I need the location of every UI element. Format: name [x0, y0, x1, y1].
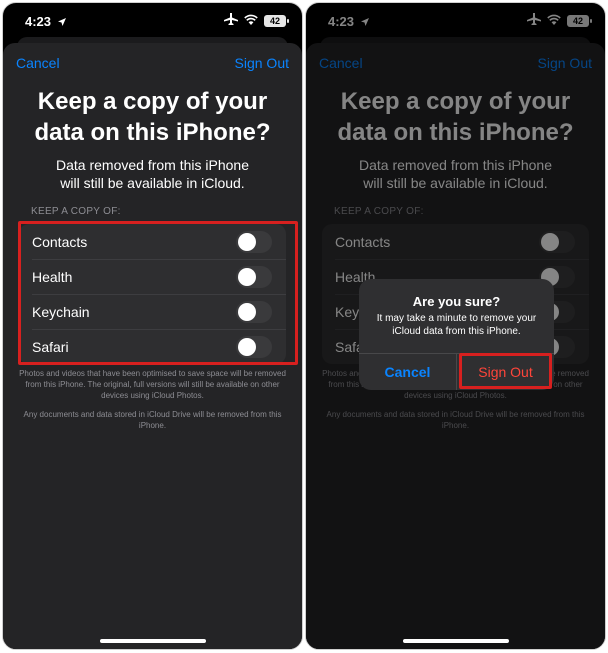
home-indicator[interactable] [402, 639, 509, 643]
toggle-knob [238, 302, 256, 321]
safari-toggle[interactable] [236, 335, 272, 358]
status-bar: 4:23 42 [3, 3, 302, 39]
wifi-icon [244, 13, 258, 28]
battery-icon: 42 [264, 14, 289, 27]
alert-sign-out-button[interactable]: Sign Out [457, 354, 554, 390]
subtitle: Data removed from this iPhone will still… [3, 156, 302, 192]
sign-out-button[interactable]: Sign Out [235, 55, 289, 71]
toggle-knob [238, 267, 256, 286]
signout-sheet: Cancel Sign Out Keep a copy of your data… [3, 43, 302, 649]
list-item-label: Keychain [32, 303, 90, 320]
subtitle-line-2: will still be available in iCloud. [60, 175, 245, 191]
airplane-mode-icon [224, 13, 238, 28]
icloud-drive-footer-note: Any documents and data stored in iCloud … [23, 410, 282, 430]
title-line-2: data on this iPhone? [34, 119, 271, 146]
list-item-safari: Safari [19, 329, 286, 364]
home-indicator[interactable] [99, 639, 206, 643]
list-item-health: Health [19, 259, 286, 294]
status-time: 4:23 [25, 14, 52, 29]
keep-copy-list: Contacts Health Keychain Safari [19, 224, 286, 364]
health-toggle[interactable] [236, 265, 272, 288]
keychain-toggle[interactable] [236, 300, 272, 323]
photos-footer-note: Photos and videos that have been optimis… [19, 369, 286, 400]
confirm-alert: Are you sure? It may take a minute to re… [359, 279, 554, 390]
list-item-contacts: Contacts [19, 224, 286, 259]
list-item-label: Contacts [32, 233, 88, 250]
phone-screen-left: 4:23 42 Cancel Sign Out Keep a copy of y… [2, 2, 303, 650]
cancel-button[interactable]: Cancel [16, 55, 60, 71]
list-item-label: Health [32, 268, 73, 285]
alert-title: Are you sure? [412, 294, 501, 309]
toggle-knob [238, 337, 256, 356]
alert-message: It may take a minute to remove your iClo… [376, 313, 537, 337]
section-header: KEEP A COPY OF: [31, 206, 121, 217]
phone-screen-right: 4:23 42 Cancel Sign Out Keep a copy of y… [305, 2, 606, 650]
subtitle-line-1: Data removed from this iPhone [56, 157, 249, 173]
alert-cancel-button[interactable]: Cancel [359, 354, 456, 390]
location-arrow-icon [57, 15, 67, 30]
toggle-knob [238, 232, 256, 251]
page-title: Keep a copy of your data on this iPhone? [3, 86, 302, 148]
contacts-toggle[interactable] [236, 230, 272, 253]
list-item-label: Safari [32, 338, 69, 355]
title-line-1: Keep a copy of your [37, 88, 268, 115]
list-item-keychain: Keychain [19, 294, 286, 329]
